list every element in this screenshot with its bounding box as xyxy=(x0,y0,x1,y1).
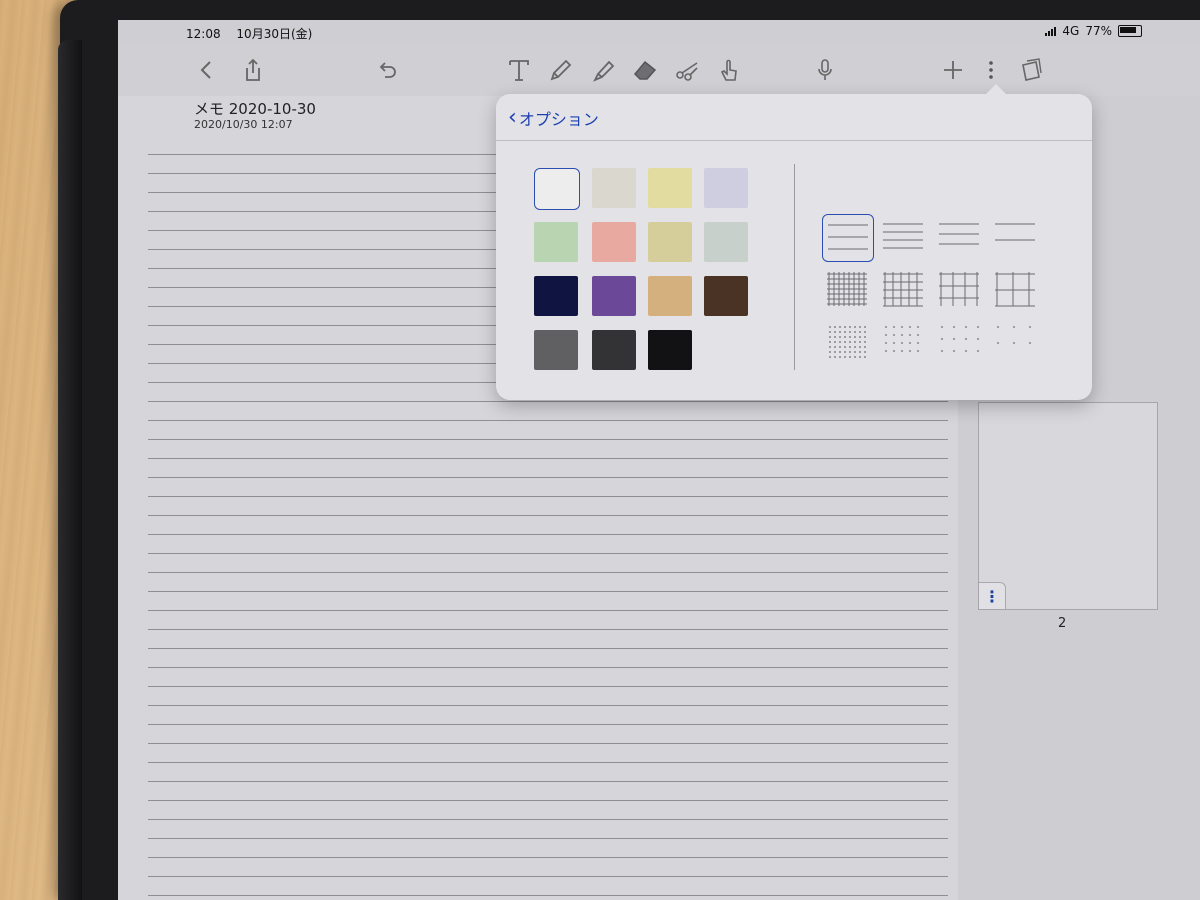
hand-icon[interactable] xyxy=(712,54,746,86)
color-swatch[interactable] xyxy=(592,222,636,262)
more-icon[interactable] xyxy=(974,54,1008,86)
pattern-lined-narrow-icon xyxy=(939,223,979,245)
signal-icon xyxy=(1045,26,1057,36)
tablet-case-spine xyxy=(58,40,82,900)
page-pattern-option[interactable] xyxy=(990,318,1040,364)
popover-caret xyxy=(986,84,1006,94)
pattern-grid-sparse-icon xyxy=(995,272,1035,307)
page-pattern-option[interactable] xyxy=(990,266,1040,312)
pages-icon[interactable] xyxy=(1014,54,1048,86)
color-swatch[interactable] xyxy=(534,222,578,262)
pattern-dots-wide-icon xyxy=(941,326,979,352)
pattern-lined-sparse-icon xyxy=(995,223,1035,241)
page-number: 2 xyxy=(1058,616,1067,631)
status-bar: 12:08 10月30日(金) 4G 77% xyxy=(118,20,1200,44)
page-pattern-option[interactable] xyxy=(934,318,984,364)
pattern-grid-dense-icon xyxy=(827,272,867,306)
pattern-dots-dense-icon xyxy=(829,326,866,358)
pattern-dots-sparse-icon xyxy=(997,326,1031,344)
tablet-screen: 12:08 10月30日(金) 4G 77% メモ 2020-10-30 202… xyxy=(118,20,1200,900)
chevron-left-icon: ‹ xyxy=(508,105,517,130)
color-swatch[interactable] xyxy=(534,330,578,370)
highlighter-icon[interactable] xyxy=(586,54,620,86)
eraser-icon[interactable] xyxy=(628,54,662,86)
status-time: 12:08 xyxy=(186,27,221,41)
scissors-icon[interactable] xyxy=(670,54,704,86)
popover-header: ‹ オプション xyxy=(496,94,1092,141)
options-back-label: オプション xyxy=(518,110,599,129)
status-right: 4G 77% xyxy=(1045,24,1142,38)
color-swatch[interactable] xyxy=(648,330,692,370)
status-date: 10月30日(金) xyxy=(236,27,313,41)
page-pattern-option[interactable] xyxy=(878,266,928,312)
color-swatch[interactable] xyxy=(648,222,692,262)
note-title: メモ 2020-10-30 xyxy=(194,100,316,118)
pattern-lined-medium-icon xyxy=(883,223,923,249)
pattern-grid-medium-icon xyxy=(883,272,923,307)
toolbar xyxy=(118,44,1200,97)
color-swatch[interactable] xyxy=(704,222,748,262)
page-pattern-option[interactable] xyxy=(822,214,874,262)
color-swatch[interactable] xyxy=(534,168,580,210)
page-pattern-option[interactable] xyxy=(878,214,928,260)
text-tool-icon[interactable] xyxy=(502,54,536,86)
pattern-lined-wide-icon xyxy=(828,224,868,250)
undo-icon[interactable] xyxy=(370,54,404,86)
page-pattern-option[interactable] xyxy=(990,214,1040,260)
page-pattern-option[interactable] xyxy=(934,214,984,260)
color-swatch[interactable] xyxy=(592,330,636,370)
status-left: 12:08 10月30日(金) xyxy=(186,25,324,42)
page-pattern-option[interactable] xyxy=(822,266,872,312)
add-icon[interactable] xyxy=(936,54,970,86)
note-date: 2020/10/30 12:07 xyxy=(194,118,293,131)
color-swatch[interactable] xyxy=(704,168,748,208)
color-swatch[interactable] xyxy=(592,276,636,316)
battery-icon xyxy=(1118,25,1142,37)
color-swatch[interactable] xyxy=(648,276,692,316)
page-pattern-option[interactable] xyxy=(878,318,928,364)
popover-divider xyxy=(794,164,795,370)
options-popover: ‹ オプション xyxy=(496,84,1092,400)
pattern-dots-medium-icon xyxy=(885,326,919,352)
share-icon[interactable] xyxy=(236,54,270,86)
page-pattern-option[interactable] xyxy=(934,266,984,312)
options-back-button[interactable]: ‹ オプション xyxy=(508,106,599,130)
network-label: 4G xyxy=(1062,24,1080,38)
back-icon[interactable] xyxy=(190,54,224,86)
color-swatch[interactable] xyxy=(534,276,578,316)
color-swatch[interactable] xyxy=(704,276,748,316)
page-thumbnail[interactable]: ⋮ xyxy=(978,402,1158,610)
page-pattern-option[interactable] xyxy=(822,318,872,364)
battery-label: 77% xyxy=(1085,24,1112,38)
pencil-icon[interactable] xyxy=(544,54,578,86)
microphone-icon[interactable] xyxy=(808,54,842,86)
color-swatch[interactable] xyxy=(592,168,636,208)
thumbnail-more-icon[interactable]: ⋮ xyxy=(979,582,1006,609)
pattern-grid-wide-icon xyxy=(939,272,979,306)
color-swatch[interactable] xyxy=(648,168,692,208)
